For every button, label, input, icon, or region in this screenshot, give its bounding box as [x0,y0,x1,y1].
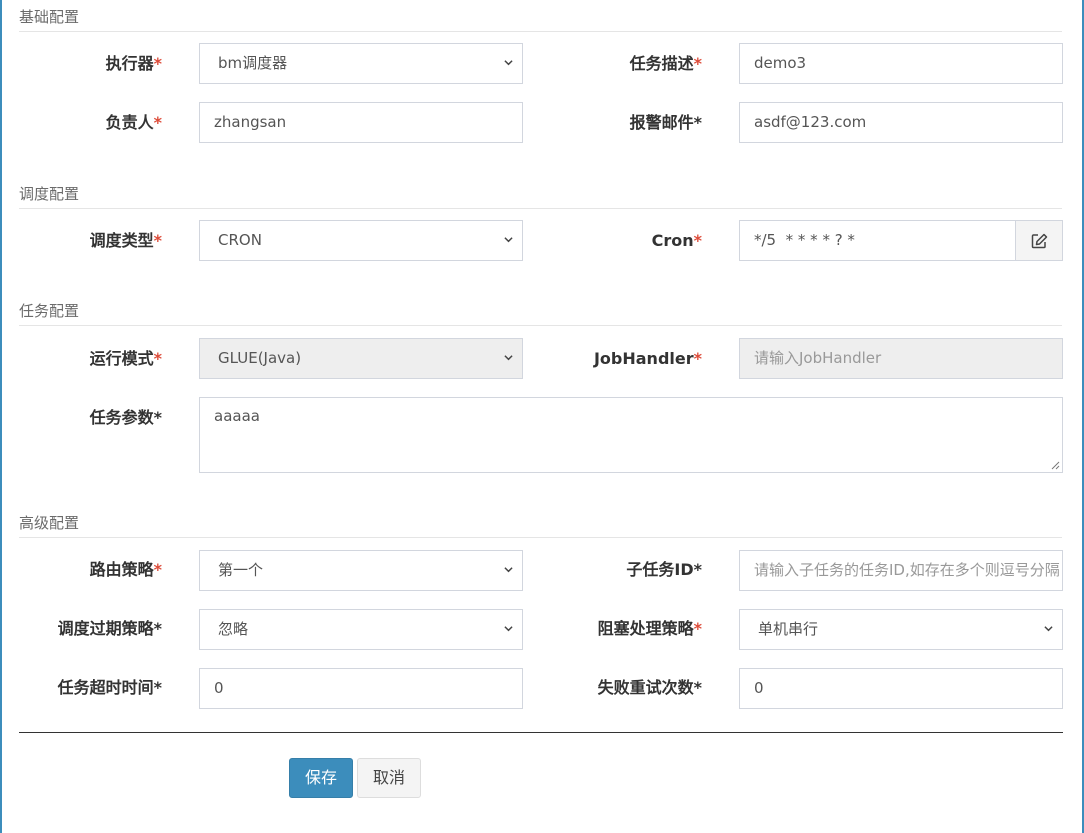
required-mark: * [693,54,702,73]
executor-label-text: 执行器 [105,54,154,73]
chevron-down-icon [504,60,513,66]
chevron-down-icon [1044,626,1053,632]
section-basic: 基础配置 [19,7,1062,32]
block-strategy-select[interactable]: 单机串行 [739,609,1063,650]
required-mark: * [153,560,162,579]
cron-label-text: Cron [651,231,694,250]
glue-type-value: GLUE(Java) [218,349,302,367]
alarm-email-input[interactable]: asdf@123.com [739,102,1063,143]
resize-handle-icon[interactable] [1050,460,1060,470]
block-strategy-label: 阻塞处理策略* [540,619,702,639]
edit-icon [1031,233,1048,249]
author-label-text: 负责人 [105,113,154,132]
author-input[interactable]: zhangsan [199,102,523,143]
child-job-id-input[interactable]: 请输入子任务的任务ID,如存在多个则逗号分隔 [739,550,1063,591]
chevron-down-icon [504,626,513,632]
fail-retry-label: 失败重试次数* [597,678,702,697]
schedule-type-value: CRON [218,231,262,249]
job-handler-placeholder: 请输入JobHandler [754,349,882,367]
glue-type-label: 运行模式* [0,349,162,369]
block-strategy-value: 单机串行 [758,620,819,638]
job-desc-input[interactable]: demo3 [739,43,1063,84]
author-label: 负责人* [0,113,162,133]
misfire-strategy-label: 调度过期策略* [57,619,162,638]
child-job-id-label: 子任务ID* [626,560,702,579]
schedule-type-select[interactable]: CRON [199,220,523,261]
job-desc-label-text: 任务描述 [629,54,694,73]
cron-input[interactable]: */5 * * * * ? * [739,220,1016,261]
required-mark: * [153,54,162,73]
section-schedule: 调度配置 [19,184,1062,209]
fail-retry-value: 0 [754,679,764,697]
alarm-email-value: asdf@123.com [754,113,867,131]
alarm-email-label: 报警邮件* [629,113,702,132]
cron-value: */5 * * * * ? * [754,231,855,249]
chevron-down-icon [504,355,513,361]
section-advanced: 高级配置 [19,513,1062,538]
cron-label: Cron* [540,231,702,251]
author-value: zhangsan [214,113,287,131]
route-strategy-label-text: 路由策略 [89,560,154,579]
route-strategy-label: 路由策略* [0,560,162,580]
required-mark: * [153,231,162,250]
job-desc-label: 任务描述* [540,54,702,74]
route-strategy-select[interactable]: 第一个 [199,550,523,591]
job-handler-label: JobHandler* [540,349,702,369]
job-param-label: 任务参数* [89,408,162,427]
schedule-type-label-text: 调度类型 [89,231,154,250]
form-divider [19,732,1063,733]
job-desc-value: demo3 [754,54,807,72]
save-button[interactable]: 保存 [289,758,353,798]
required-mark: * [693,349,702,368]
misfire-strategy-select[interactable]: 忽略 [199,609,523,650]
required-mark: * [153,349,162,368]
cancel-button[interactable]: 取消 [357,758,421,798]
required-mark: * [153,113,162,132]
timeout-input[interactable]: 0 [199,668,523,709]
route-strategy-value: 第一个 [218,561,264,579]
required-mark: * [693,619,702,638]
glue-type-select[interactable]: GLUE(Java) [199,338,523,379]
timeout-value: 0 [214,679,224,697]
executor-select[interactable]: bm调度器 [199,43,523,84]
section-task: 任务配置 [19,301,1062,326]
misfire-strategy-value: 忽略 [218,620,249,638]
job-param-value: aaaaa [214,407,260,425]
timeout-label: 任务超时时间* [57,678,162,697]
required-mark: * [693,231,702,250]
child-job-id-placeholder: 请输入子任务的任务ID,如存在多个则逗号分隔 [754,561,1060,579]
chevron-down-icon [504,567,513,573]
job-handler-label-text: JobHandler [593,349,694,368]
block-strategy-label-text: 阻塞处理策略 [597,619,694,638]
cron-edit-button[interactable] [1015,220,1063,261]
executor-value: bm调度器 [218,54,288,72]
schedule-type-label: 调度类型* [0,231,162,251]
job-param-textarea[interactable]: aaaaa [199,397,1063,473]
glue-type-label-text: 运行模式 [89,349,154,368]
chevron-down-icon [504,237,513,243]
job-handler-input[interactable]: 请输入JobHandler [739,338,1063,379]
executor-label: 执行器* [0,54,162,74]
fail-retry-input[interactable]: 0 [739,668,1063,709]
